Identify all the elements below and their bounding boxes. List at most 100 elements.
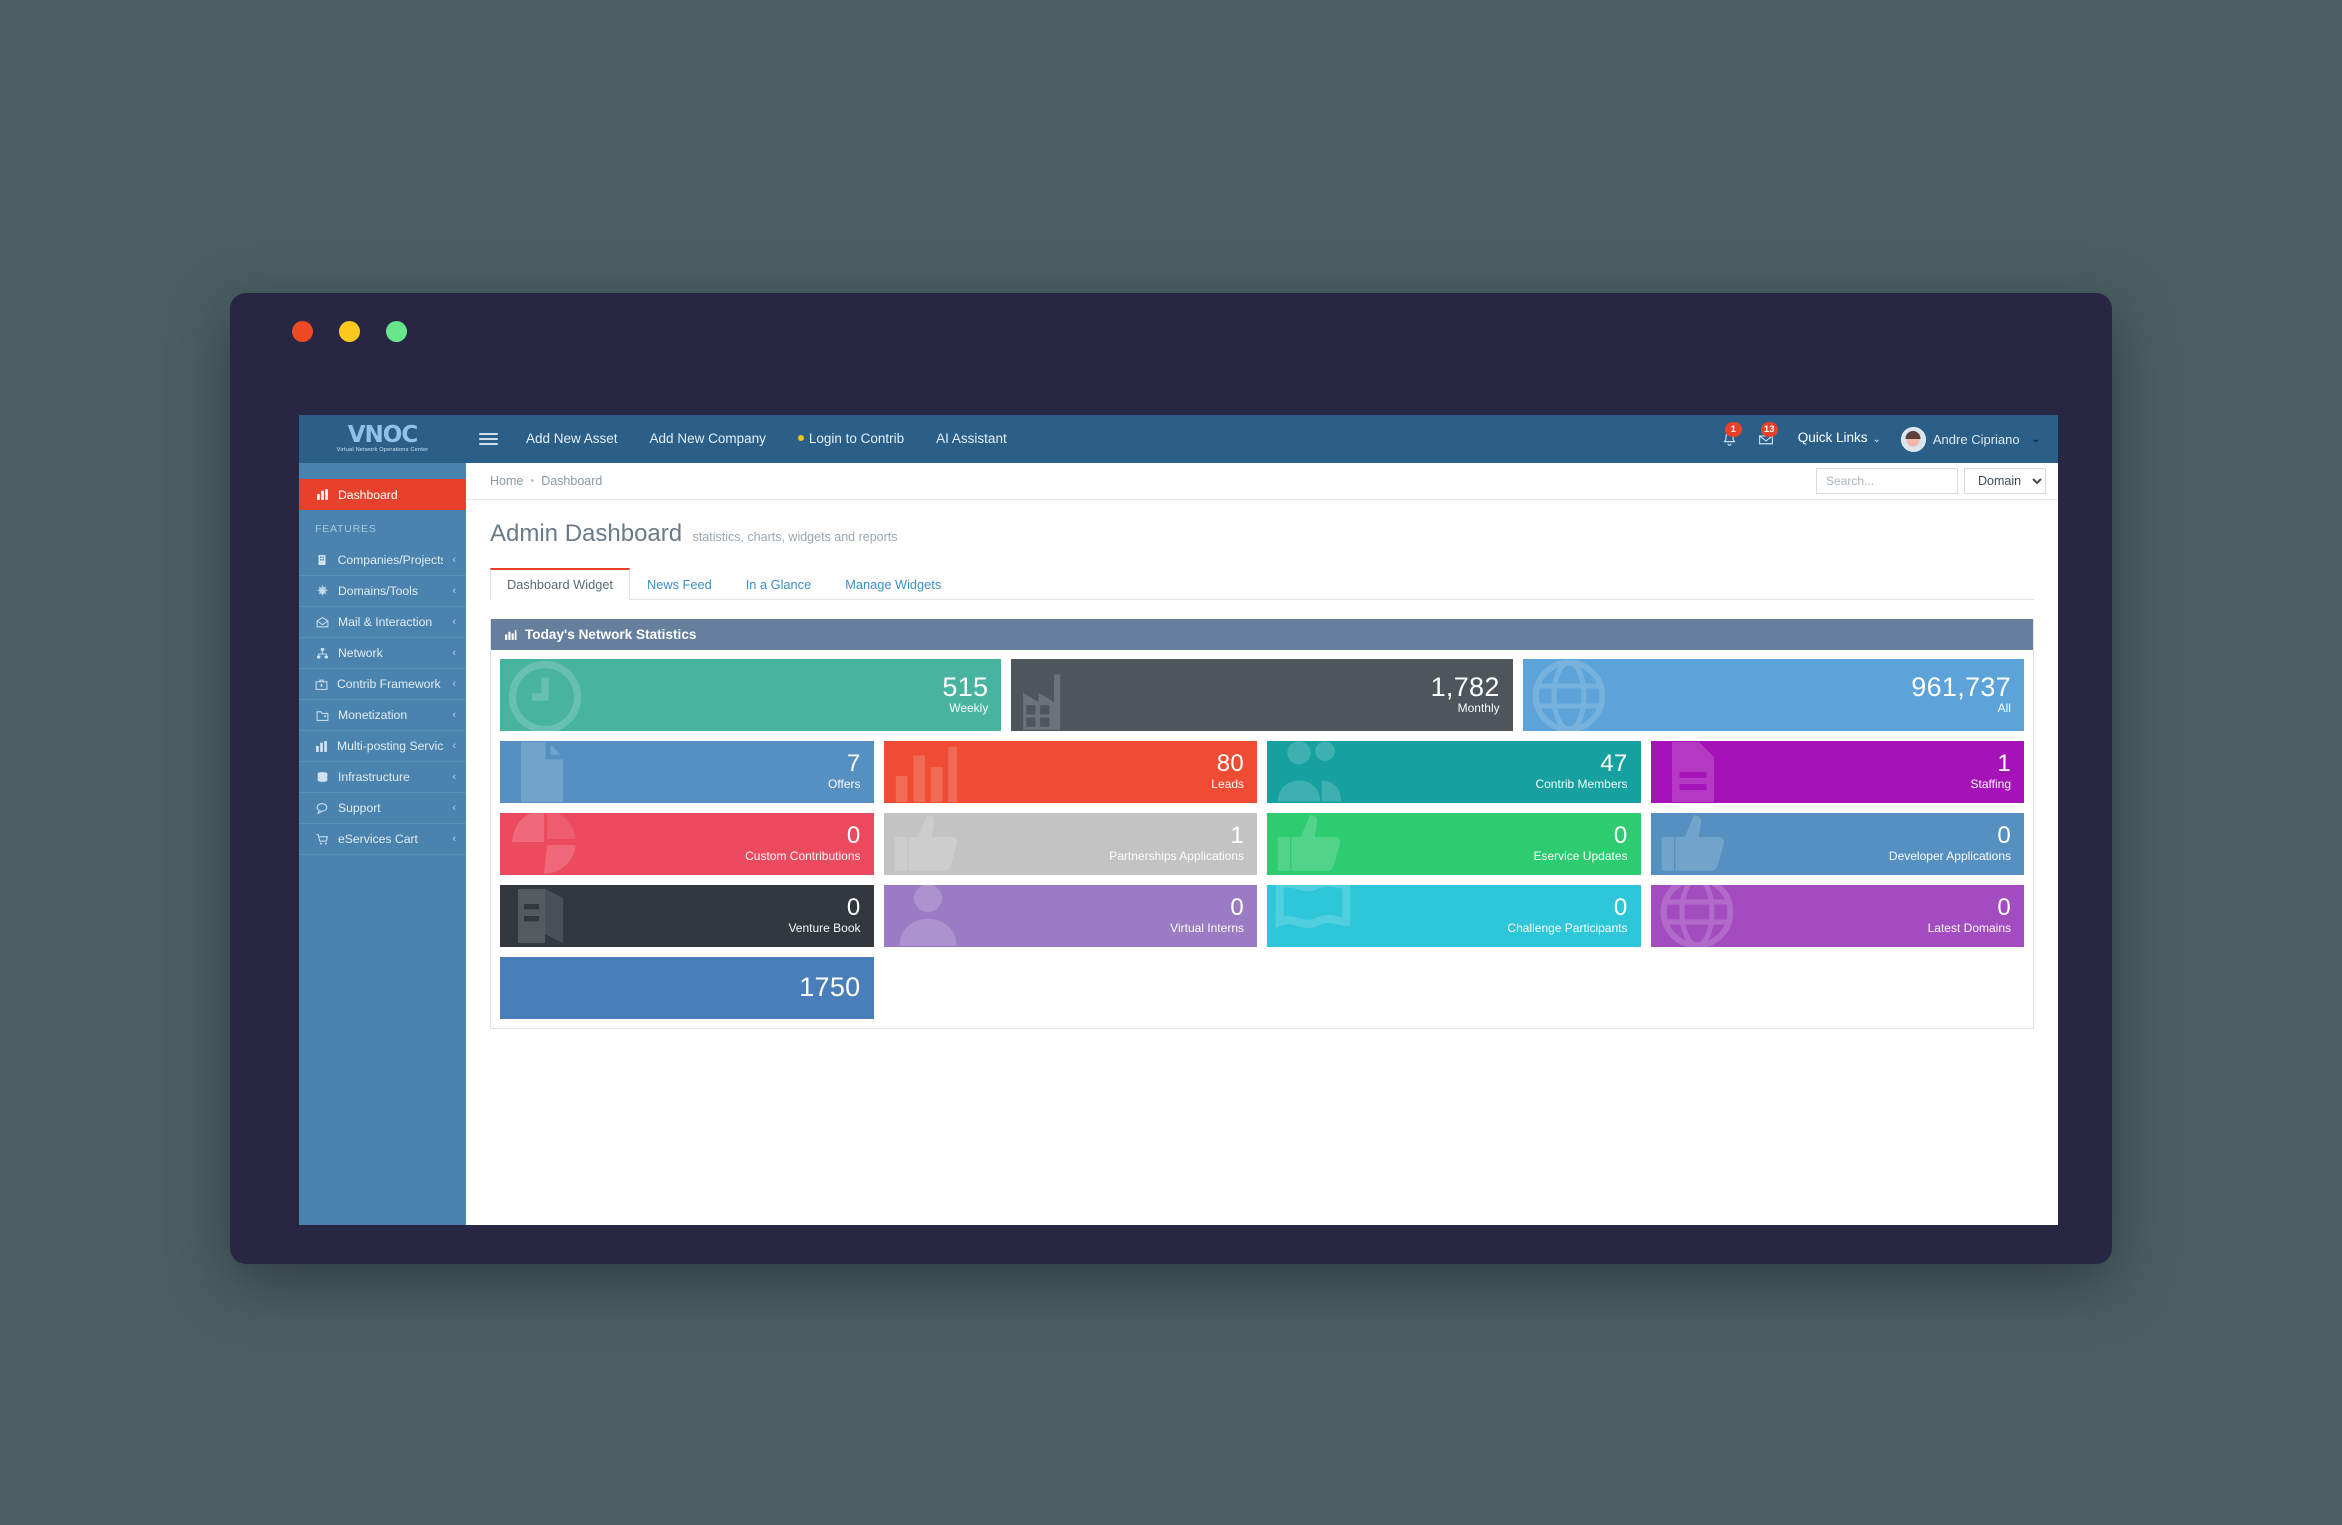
stat-tile-value: 0 xyxy=(1997,822,2011,850)
search-scope-select[interactable]: Domain xyxy=(1964,468,2046,494)
tab-in-a-glance[interactable]: In a Glance xyxy=(729,569,828,600)
sidebar-item-label: Mail & Interaction xyxy=(338,615,433,629)
stat-tile-label: Latest Domains xyxy=(1927,920,2011,935)
top-menu-links: Add New Asset Add New Company Login to C… xyxy=(510,415,1712,463)
stat-tile-label: Virtual Interns xyxy=(1170,920,1244,935)
nav-label: Add New Asset xyxy=(526,431,618,446)
tile-row: 7 Offers 80 Leads 47 Contrib Members 1 Staffing xyxy=(500,741,2024,803)
chevron-left-icon: ‹ xyxy=(452,709,456,721)
stat-tile[interactable]: 0 Eservice Updates xyxy=(1267,813,1641,875)
clock-icon xyxy=(506,659,584,731)
stat-tile[interactable]: 1 Staffing xyxy=(1650,741,2024,803)
stat-tile-label: Custom Contributions xyxy=(745,848,861,863)
messages-button[interactable]: 13 xyxy=(1748,415,1784,463)
stat-tile[interactable]: 0 Virtual Interns xyxy=(883,885,1257,947)
panel-header: Today's Network Statistics xyxy=(491,619,2033,650)
stat-tile[interactable]: 515 Weekly xyxy=(500,659,1002,731)
sidebar-item-eservices-cart[interactable]: eServices Cart ‹ xyxy=(299,824,466,855)
minimize-window-button[interactable] xyxy=(339,321,360,342)
stat-tile-value: 80 xyxy=(1216,750,1244,778)
tiles-container: 515 Weekly 1,782 Monthly 961,737 All 7 Offers 80… xyxy=(500,659,2024,1019)
stat-tile-value: 961,737 xyxy=(1911,671,2011,702)
sidebar-item-mail-interaction[interactable]: Mail & Interaction ‹ xyxy=(299,607,466,638)
stat-tile[interactable]: 80 Leads xyxy=(883,741,1257,803)
user-menu[interactable]: Andre Cipriano ⌄ xyxy=(1895,426,2048,452)
chevron-down-icon: ⌄ xyxy=(2031,433,2040,445)
breadcrumb-home[interactable]: Home xyxy=(490,474,523,488)
sidebar-item-label: Dashboard xyxy=(338,487,398,502)
sidebar-item-infrastructure[interactable]: Infrastructure ‹ xyxy=(299,762,466,793)
chevron-left-icon: ‹ xyxy=(452,585,456,597)
bar-chart-icon xyxy=(315,488,329,501)
stat-tile-value: 0 xyxy=(1613,894,1628,922)
sidebar-item-contrib-framework-apps[interactable]: Contrib Framework Apps ‹ xyxy=(299,669,466,700)
stat-tile[interactable]: 1 Partnerships Applications xyxy=(883,813,1257,875)
sidebar-item-multi-posting-services[interactable]: Multi-posting Services ‹ xyxy=(299,731,466,762)
sidebar-item-domains-tools[interactable]: Domains/Tools ‹ xyxy=(299,576,466,607)
close-window-button[interactable] xyxy=(292,321,313,342)
stat-tile-label: Offers xyxy=(828,776,861,791)
stat-tile-value: 0 xyxy=(846,822,861,850)
chart-icon xyxy=(505,630,517,640)
chevron-left-icon: ‹ xyxy=(452,616,456,628)
menu-toggle-icon[interactable] xyxy=(466,415,510,463)
sidebar-item-support[interactable]: Support ‹ xyxy=(299,793,466,824)
avatar xyxy=(1900,426,1926,452)
tile-row: 0 Venture Book 0 Virtual Interns 0 Challenge … xyxy=(500,885,2024,947)
stat-tile[interactable]: 0 Venture Book xyxy=(500,885,874,947)
main-content: Home • Dashboard Domain Admin Dashboard … xyxy=(466,463,2058,1225)
stat-tile-value: 1750 xyxy=(799,972,861,1003)
sidebar-item-dashboard[interactable]: Dashboard xyxy=(299,479,466,510)
statistics-panel: Today's Network Statistics 515 Weekly 1,78… xyxy=(490,619,2034,1029)
sidebar-item-companies-projects[interactable]: Companies/Projects ‹ xyxy=(299,545,466,576)
flag-icon xyxy=(1273,885,1353,947)
nav-login-to-contrib[interactable]: Login to Contrib xyxy=(782,415,920,463)
breadcrumb-current: Dashboard xyxy=(541,474,603,488)
globe-icon xyxy=(1657,885,1737,947)
logo-text: VNOC xyxy=(347,422,418,449)
chevron-left-icon: ‹ xyxy=(452,740,456,752)
stat-tile-label: Eservice Updates xyxy=(1533,848,1628,863)
sidebar-item-label: Network xyxy=(338,646,383,660)
stat-tile[interactable]: 0 Latest Domains xyxy=(1650,885,2024,947)
maximize-window-button[interactable] xyxy=(386,321,407,342)
bar-chart-icon xyxy=(315,740,328,753)
brand-logo[interactable]: VNOC Virtual Network Operations Center xyxy=(299,415,466,463)
stat-tile[interactable]: 1750 xyxy=(500,957,874,1019)
stat-tile-value: 1 xyxy=(1230,822,1244,850)
breadcrumb: Home • Dashboard xyxy=(490,474,602,488)
alerts-button[interactable]: 1 xyxy=(1712,415,1748,463)
sidebar-item-label: Companies/Projects xyxy=(337,553,444,567)
quick-links-dropdown[interactable]: Quick Links ⌄ xyxy=(1784,415,1895,464)
stat-tile[interactable]: 0 Custom Contributions xyxy=(500,813,874,875)
tab-news-feed[interactable]: News Feed xyxy=(630,569,729,600)
search-input[interactable] xyxy=(1816,468,1958,494)
app-body: Dashboard FEATURES Companies/Projects ‹ … xyxy=(299,463,2058,1225)
folder-icon xyxy=(315,709,329,722)
sidebar-item-network[interactable]: Network ‹ xyxy=(299,638,466,669)
stat-tile[interactable]: 47 Contrib Members xyxy=(1267,741,1641,803)
nav-label: Login to Contrib xyxy=(808,431,905,446)
stat-tile-value: 0 xyxy=(1997,894,2011,922)
tab-manage-widgets[interactable]: Manage Widgets xyxy=(828,569,958,600)
nav-label: AI Assistant xyxy=(936,431,1007,446)
stat-tile-value: 0 xyxy=(846,894,861,922)
tab-dashboard-widget[interactable]: Dashboard Widget xyxy=(490,568,630,600)
stat-tile-label: Partnerships Applications xyxy=(1109,848,1244,863)
stat-tile[interactable]: 961,737 All xyxy=(1522,659,2024,731)
thumb-icon xyxy=(1657,813,1731,875)
sidebar-item-monetization[interactable]: Monetization ‹ xyxy=(299,700,466,731)
gear-icon xyxy=(315,585,329,598)
stat-tile[interactable]: 7 Offers xyxy=(500,741,874,803)
stat-tile-value: 515 xyxy=(942,671,989,702)
stat-tile[interactable]: 0 Developer Applications xyxy=(1650,813,2024,875)
stat-tile[interactable]: 1,782 Monthly xyxy=(1011,659,1513,731)
nav-add-new-company[interactable]: Add New Company xyxy=(634,415,782,463)
nav-add-new-asset[interactable]: Add New Asset xyxy=(510,415,634,463)
top-right-controls: 1 13 Quick Links ⌄ Andre Cipriano ⌄ xyxy=(1712,415,2058,463)
stat-tile[interactable]: 0 Challenge Participants xyxy=(1267,885,1641,947)
nav-ai-assistant[interactable]: AI Assistant xyxy=(920,415,1023,463)
panel-title: Today's Network Statistics xyxy=(525,627,697,642)
sidebar: Dashboard FEATURES Companies/Projects ‹ … xyxy=(299,463,466,1225)
sidebar-item-label: Multi-posting Services xyxy=(337,739,444,753)
